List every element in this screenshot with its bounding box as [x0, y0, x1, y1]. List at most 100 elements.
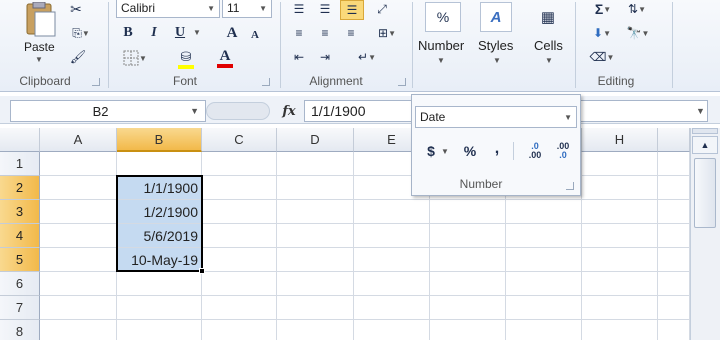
autosum-button[interactable]: Σ ▼: [585, 0, 621, 18]
cell-f4[interactable]: [430, 224, 506, 248]
cell-b8[interactable]: [117, 320, 202, 340]
split-box[interactable]: [692, 128, 718, 134]
cell-a8[interactable]: [40, 320, 117, 340]
name-box[interactable]: B2 ▼: [10, 100, 206, 122]
cell-d3[interactable]: [277, 200, 354, 224]
cells-button[interactable]: Cells: [534, 38, 563, 53]
align-bottom-icon[interactable]: ☰: [340, 0, 364, 20]
cell-h2[interactable]: [582, 176, 658, 200]
chevron-down-icon[interactable]: ▼: [190, 106, 199, 116]
orientation-icon[interactable]: ⤢: [370, 0, 394, 18]
scroll-thumb[interactable]: [694, 158, 716, 228]
align-top-icon[interactable]: ☰: [288, 0, 310, 18]
wrap-text-icon[interactable]: ↵ ▼: [352, 48, 382, 66]
paste-label[interactable]: Paste: [24, 40, 55, 54]
row-header-4[interactable]: 4: [0, 224, 40, 248]
row-header-1[interactable]: 1: [0, 152, 40, 176]
number-group-button[interactable]: Number: [418, 38, 464, 53]
cell-a4[interactable]: [40, 224, 117, 248]
cell-x2[interactable]: [658, 176, 690, 200]
fill-color-icon[interactable]: ⛁: [168, 48, 204, 70]
cut-icon[interactable]: ✂: [66, 0, 86, 18]
comma-style-button[interactable]: ,: [488, 138, 506, 160]
row-header-7[interactable]: 7: [0, 296, 40, 320]
cell-h7[interactable]: [582, 296, 658, 320]
cell-f8[interactable]: [430, 320, 506, 340]
font-size-select[interactable]: 11 ▼: [222, 0, 272, 18]
styles-icon[interactable]: A: [480, 2, 512, 32]
expand-formula-bar-icon[interactable]: ▼: [696, 106, 705, 116]
align-right-icon[interactable]: ≡: [340, 24, 362, 42]
cell-d8[interactable]: [277, 320, 354, 340]
row-header-3[interactable]: 3: [0, 200, 40, 224]
sort-filter-icon[interactable]: ⇅ ▼: [622, 0, 652, 18]
accounting-format-button[interactable]: $ ▼: [418, 140, 458, 162]
cell-a5[interactable]: [40, 248, 117, 272]
cell-x4[interactable]: [658, 224, 690, 248]
cell-c3[interactable]: [202, 200, 277, 224]
cell-c5[interactable]: [202, 248, 277, 272]
clear-icon[interactable]: ⌫ ▼: [585, 48, 619, 66]
paste-dropdown-icon[interactable]: ▼: [35, 55, 43, 64]
styles-button[interactable]: Styles: [478, 38, 513, 53]
fill-down-icon[interactable]: ⬇ ▼: [585, 24, 619, 42]
cells-icon[interactable]: ▦: [532, 2, 564, 32]
cell-c8[interactable]: [202, 320, 277, 340]
cell-a1[interactable]: [40, 152, 117, 176]
cell-e7[interactable]: [354, 296, 430, 320]
chevron-down-icon[interactable]: ▼: [437, 56, 445, 65]
cell-e5[interactable]: [354, 248, 430, 272]
shrink-font-button[interactable]: A: [246, 26, 264, 44]
cell-c7[interactable]: [202, 296, 277, 320]
cell-h3[interactable]: [582, 200, 658, 224]
cell-a7[interactable]: [40, 296, 117, 320]
chevron-down-icon[interactable]: ▼: [545, 56, 553, 65]
number-format-select[interactable]: Date ▼: [415, 106, 577, 128]
center-icon[interactable]: ≡: [314, 24, 336, 42]
italic-button[interactable]: I: [144, 22, 164, 44]
fill-handle[interactable]: [199, 268, 205, 274]
underline-dropdown-icon[interactable]: ▼: [193, 28, 201, 37]
cell-f5[interactable]: [430, 248, 506, 272]
cell-c4[interactable]: [202, 224, 277, 248]
cell-h8[interactable]: [582, 320, 658, 340]
cell-x1[interactable]: [658, 152, 690, 176]
cell-h1[interactable]: [582, 152, 658, 176]
chevron-down-icon[interactable]: ▼: [493, 56, 501, 65]
cell-f7[interactable]: [430, 296, 506, 320]
clipboard-launcher-icon[interactable]: [92, 78, 100, 86]
cell-g3[interactable]: [506, 200, 582, 224]
cell-x5[interactable]: [658, 248, 690, 272]
scroll-up-button[interactable]: ▲: [692, 136, 718, 154]
percent-style-icon[interactable]: %: [425, 2, 461, 32]
cell-e6[interactable]: [354, 272, 430, 296]
paste-button[interactable]: [20, 0, 60, 40]
cell-h4[interactable]: [582, 224, 658, 248]
row-header-6[interactable]: 6: [0, 272, 40, 296]
font-name-select[interactable]: Calibri ▼: [116, 0, 220, 18]
merge-center-icon[interactable]: ⊞ ▼: [370, 24, 404, 42]
cell-c2[interactable]: [202, 176, 277, 200]
number-launcher-icon[interactable]: [566, 182, 574, 190]
cell-a3[interactable]: [40, 200, 117, 224]
cell-x3[interactable]: [658, 200, 690, 224]
format-painter-icon[interactable]: 🖌: [66, 48, 90, 66]
formula-bar-splitter[interactable]: [206, 102, 270, 120]
cell-d6[interactable]: [277, 272, 354, 296]
increase-indent-icon[interactable]: ⇥: [314, 48, 336, 66]
select-all-corner[interactable]: [0, 128, 40, 152]
decrease-decimal-button[interactable]: .00 .0: [550, 140, 576, 162]
row-header-2[interactable]: 2: [0, 176, 40, 200]
decrease-indent-icon[interactable]: ⇤: [288, 48, 310, 66]
cell-b6[interactable]: [117, 272, 202, 296]
cell-b1[interactable]: [117, 152, 202, 176]
cell-e3[interactable]: [354, 200, 430, 224]
cell-d2[interactable]: [277, 176, 354, 200]
column-header-c[interactable]: C: [202, 128, 277, 152]
cell-g8[interactable]: [506, 320, 582, 340]
grow-font-button[interactable]: A: [222, 22, 242, 44]
cell-f3[interactable]: [430, 200, 506, 224]
bold-button[interactable]: B: [118, 22, 138, 44]
cell-d4[interactable]: [277, 224, 354, 248]
cell-g4[interactable]: [506, 224, 582, 248]
